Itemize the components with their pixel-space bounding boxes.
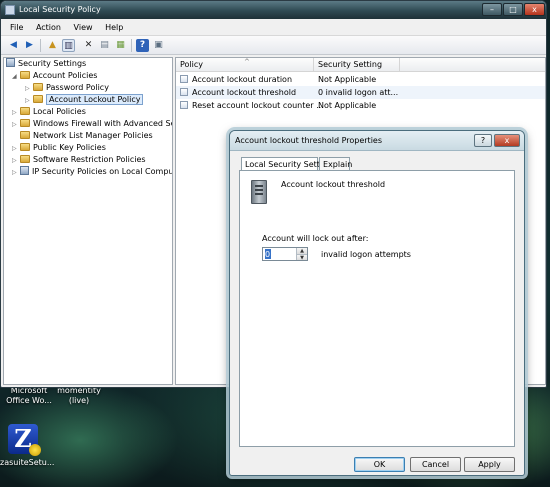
policy-name-cell: Account lockout threshold <box>180 86 296 99</box>
menu-view[interactable]: View <box>69 19 98 36</box>
sort-ascending-icon: ^ <box>244 58 250 66</box>
properties-dialog: Account lockout threshold Properties ? x… <box>229 130 525 476</box>
tree-item-label: Public Key Policies <box>33 143 106 152</box>
tree-item-label: Password Policy <box>46 83 109 92</box>
collapsed-arrow-icon[interactable]: ▷ <box>12 167 20 179</box>
policy-setting-cell: Not Applicable <box>318 101 377 110</box>
tree-item-label-selected: Account Lockout Policy <box>46 94 144 105</box>
security-settings-icon <box>6 58 15 67</box>
policy-icon <box>180 101 188 109</box>
export-list-icon[interactable]: ▦ <box>114 39 127 52</box>
dialog-close-button[interactable]: x <box>494 134 520 147</box>
unit-label: invalid logon attempts <box>321 250 411 259</box>
zasuite-setup-label[interactable]: zasuiteSetu... <box>0 458 54 468</box>
close-button[interactable]: x <box>524 3 545 16</box>
policy-name-cell: Reset account lockout counter ... <box>180 99 324 112</box>
tree-item-security-settings[interactable]: Security Settings <box>6 58 86 70</box>
policy-name: Reset account lockout counter ... <box>192 101 324 110</box>
tree-item-ip-security[interactable]: ▷ IP Security Policies on Local Compute <box>12 166 173 179</box>
server-policy-icon <box>251 180 267 204</box>
toolbar: ◀ ▶ ▲ ▥ ✕ ▤ ▦ ? ▣ <box>1 36 546 55</box>
folder-icon <box>20 107 30 115</box>
window-titlebar[interactable]: Local Security Policy – □ x <box>1 1 546 19</box>
list-header: Policy ^ Security Setting <box>176 58 545 72</box>
column-header-policy[interactable]: Policy ^ <box>176 58 314 72</box>
menu-bar: File Action View Help <box>1 19 546 36</box>
zasuite-setup-icon[interactable]: Z <box>8 424 41 456</box>
lockout-threshold-input[interactable] <box>265 249 297 259</box>
show-hide-tree-icon[interactable]: ▥ <box>62 39 75 52</box>
minimize-button[interactable]: – <box>482 3 502 16</box>
lockout-threshold-stepper[interactable]: ▲ ▼ <box>262 247 308 261</box>
toolbar-separator <box>40 39 41 52</box>
help-icon[interactable]: ? <box>136 39 149 52</box>
dialog-titlebar[interactable]: Account lockout threshold Properties ? x <box>230 131 524 151</box>
folder-icon <box>33 95 43 103</box>
folder-icon <box>20 119 30 127</box>
policy-name: Account lockout duration <box>192 75 293 84</box>
policy-setting-cell: 0 invalid logon att... <box>318 88 399 97</box>
zasuite-badge <box>29 444 41 456</box>
folder-icon <box>20 155 30 163</box>
up-folder-icon[interactable]: ▲ <box>46 39 59 52</box>
window-title: Local Security Policy <box>19 5 101 14</box>
policy-setting-cell: Not Applicable <box>318 75 377 84</box>
spin-down-icon[interactable]: ▼ <box>296 254 307 261</box>
ok-button[interactable]: OK <box>354 457 405 472</box>
menu-file[interactable]: File <box>5 19 28 36</box>
tab-explain[interactable]: Explain <box>319 157 352 171</box>
tab-panel: Account lockout threshold Account will l… <box>239 170 515 447</box>
desktop-icon-office-line2: Office Wo... <box>6 396 52 405</box>
navigation-tree: Security Settings ◢ Account Policies ▷ Pas… <box>3 57 173 385</box>
desktop-icon-momentity[interactable]: momentity (live) <box>52 386 106 406</box>
dialog-title: Account lockout threshold Properties <box>235 136 382 145</box>
ip-security-icon <box>20 166 29 175</box>
tree-item-label: Account Policies <box>33 71 98 80</box>
table-row-selected[interactable]: Account lockout threshold 0 invalid logo… <box>176 86 545 99</box>
policy-name-cell: Account lockout duration <box>180 73 292 86</box>
tree-item-label: Security Settings <box>18 59 87 68</box>
table-row[interactable]: Reset account lockout counter ... Not Ap… <box>176 99 545 112</box>
toolbar-separator <box>131 39 132 52</box>
folder-icon <box>20 131 30 139</box>
column-header-label: Security Setting <box>318 60 383 69</box>
forward-arrow-icon[interactable]: ▶ <box>23 39 36 52</box>
menu-action[interactable]: Action <box>31 19 66 36</box>
lockout-label: Account will lock out after: <box>262 234 369 243</box>
security-policy-app-icon <box>5 5 15 15</box>
policy-title: Account lockout threshold <box>281 180 386 189</box>
expanded-arrow-icon[interactable]: ◢ <box>12 71 20 83</box>
column-header-security-setting[interactable]: Security Setting <box>314 58 400 72</box>
mmc-console-icon[interactable]: ▣ <box>152 39 165 52</box>
tree-item-label: Software Restriction Policies <box>33 155 146 164</box>
cancel-button[interactable]: Cancel <box>410 457 461 472</box>
dialog-help-button[interactable]: ? <box>474 134 492 147</box>
delete-icon[interactable]: ✕ <box>82 39 95 52</box>
tree-item-network-list-manager[interactable]: Network List Manager Policies <box>12 130 153 142</box>
column-header-label: Policy <box>180 60 204 69</box>
back-arrow-icon[interactable]: ◀ <box>7 39 20 52</box>
folder-icon <box>33 83 43 91</box>
tree-item-label: IP Security Policies on Local Compute <box>32 167 173 176</box>
tree-item-label: Local Policies <box>33 107 86 116</box>
folder-icon <box>20 143 30 151</box>
folder-icon <box>20 71 30 79</box>
maximize-button[interactable]: □ <box>503 3 523 16</box>
policy-icon <box>180 75 188 83</box>
desktop-icon-momentity-line2: (live) <box>68 396 90 405</box>
menu-help[interactable]: Help <box>100 19 128 36</box>
policy-name: Account lockout threshold <box>192 88 297 97</box>
properties-icon[interactable]: ▤ <box>98 39 111 52</box>
policy-icon <box>180 88 188 96</box>
apply-button[interactable]: Apply <box>464 457 515 472</box>
desktop-icon-office[interactable]: Microsoft Office Wo... <box>2 386 56 406</box>
tree-item-label: Windows Firewall with Advanced Secu <box>33 119 173 128</box>
table-row[interactable]: Account lockout duration Not Applicable <box>176 73 545 86</box>
tree-item-label: Network List Manager Policies <box>33 131 153 140</box>
